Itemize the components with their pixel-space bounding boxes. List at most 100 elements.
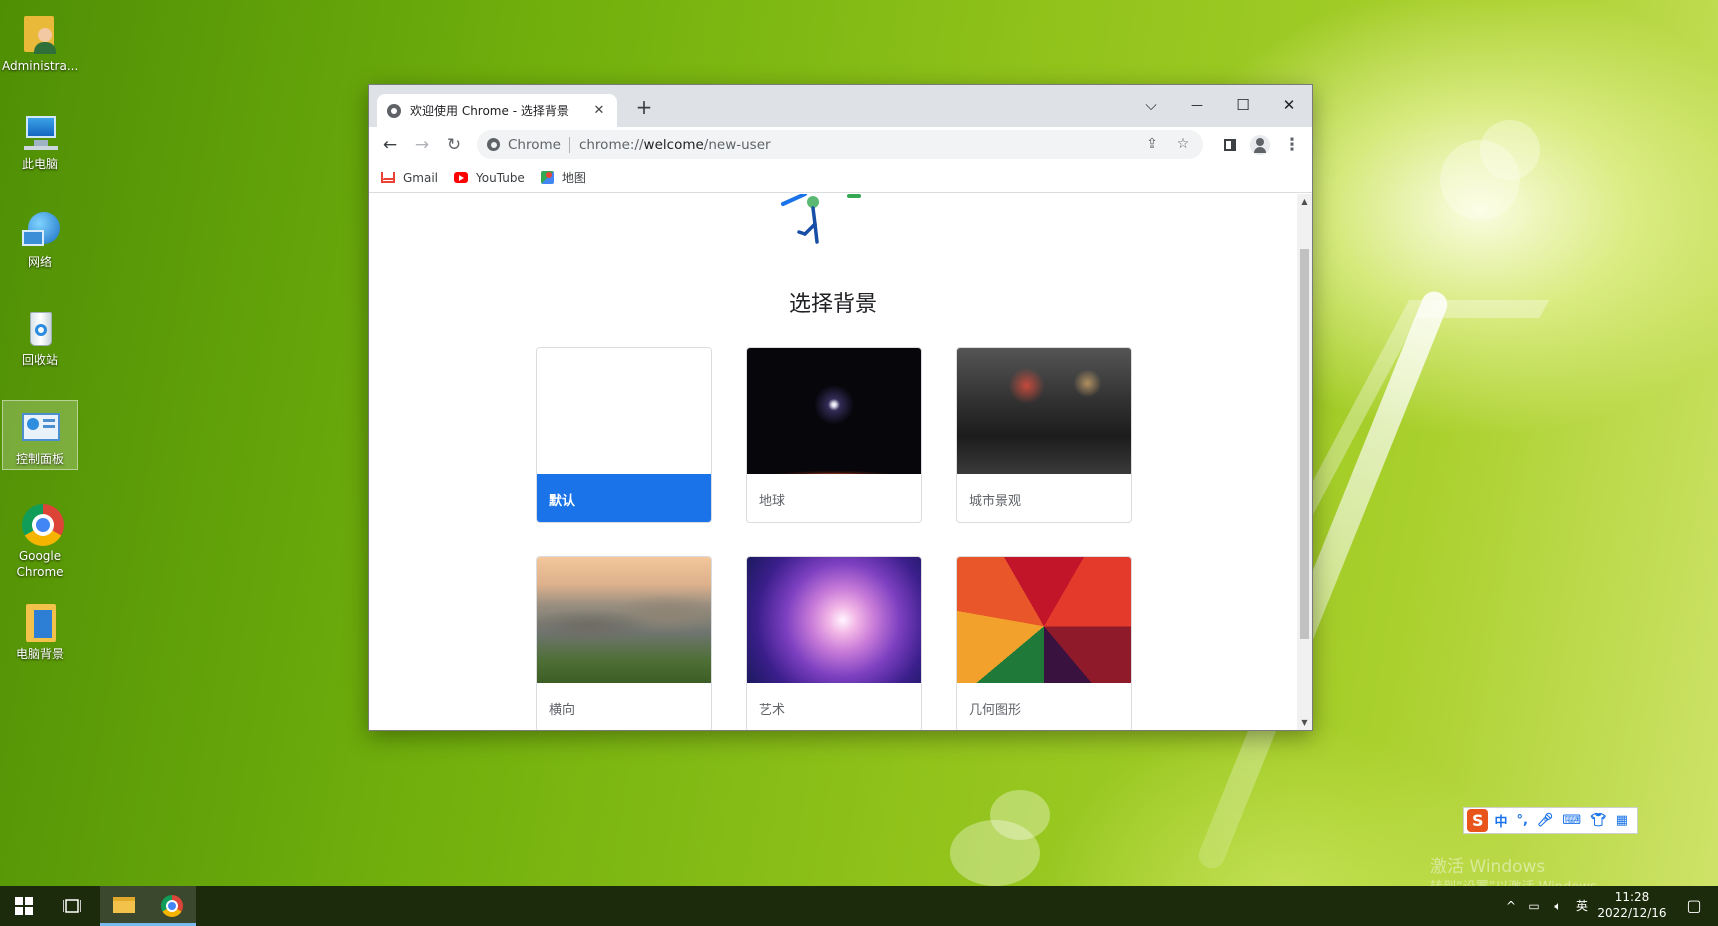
bookmark-label: YouTube: [476, 170, 525, 185]
folder-icon: [18, 600, 62, 644]
scroll-thumb[interactable]: [1300, 249, 1309, 639]
input-language-indicator[interactable]: 英: [1572, 886, 1592, 926]
bookmarks-bar: Gmail YouTube 地图: [369, 163, 1312, 193]
ime-mode-toggle[interactable]: 中: [1494, 811, 1507, 830]
keyboard-icon[interactable]: ⌨: [1562, 813, 1581, 828]
taskbar: ^ ▭ 🔈︎ 英 11:28 2022/12/16 ▢: [0, 886, 1718, 926]
start-button[interactable]: [0, 886, 48, 926]
address-bar[interactable]: Chrome chrome://welcome/new-user ⇪ ☆: [477, 130, 1203, 159]
taskbar-chrome[interactable]: [148, 886, 196, 926]
taskbar-file-explorer[interactable]: [100, 886, 148, 926]
volume-icon[interactable]: 🔈︎: [1548, 886, 1568, 926]
desktop-icon-label: 回收站: [21, 353, 58, 367]
card-label: 地球: [759, 494, 786, 509]
clock-date: 2022/12/16: [1597, 906, 1667, 920]
earth-thumbnail: [747, 348, 921, 474]
back-button[interactable]: ←: [377, 132, 403, 158]
bookmark-maps[interactable]: 地图: [540, 169, 586, 186]
page-heading: 选择背景: [788, 292, 877, 317]
desktop-icon-label: 电脑背景: [15, 647, 64, 661]
recycle-bin-icon: [18, 306, 62, 350]
desktop-icon-wallpaper-folder[interactable]: 电脑背景: [2, 596, 78, 662]
sogou-logo-icon: S: [1467, 809, 1489, 832]
reload-button[interactable]: ↻: [441, 132, 467, 158]
desktop-icon-control-panel[interactable]: 控制面板: [2, 400, 78, 470]
card-label: 艺术: [759, 703, 786, 718]
card-label: 几何图形: [969, 703, 1022, 718]
page-scrollbar[interactable]: ▲ ▼: [1297, 194, 1312, 730]
chrome-page-icon: [487, 138, 500, 151]
maximize-button[interactable]: ☐: [1221, 91, 1265, 119]
background-card-landscape[interactable]: 横向: [536, 556, 712, 730]
desktop-icon-google-chrome[interactable]: Google Chrome: [2, 498, 78, 580]
geometric-thumbnail: [957, 557, 1131, 683]
desktop-icon-label: 网络: [27, 255, 52, 269]
default-thumbnail: [537, 348, 711, 474]
network-globe-icon: [18, 208, 62, 252]
task-view-icon: [62, 899, 82, 913]
welcome-illustration: [781, 194, 861, 244]
skin-shirt-icon[interactable]: 👕︎: [1590, 813, 1607, 828]
chrome-favicon-icon: [387, 103, 401, 118]
tab-welcome[interactable]: 欢迎使用 Chrome - 选择背景 ✕: [377, 94, 617, 127]
windows-logo-icon: [15, 897, 33, 915]
ime-punctuation-toggle[interactable]: °,: [1516, 813, 1527, 828]
bookmark-gmail[interactable]: Gmail: [381, 171, 438, 185]
menu-kebab-icon[interactable]: ⋮: [1279, 132, 1305, 158]
scroll-up-icon[interactable]: ▲: [1299, 197, 1310, 206]
new-tab-button[interactable]: +: [629, 95, 659, 119]
maps-icon: [540, 171, 554, 184]
desktop-icon-label: Google Chrome: [16, 549, 64, 579]
background-card-art[interactable]: 艺术: [746, 556, 922, 730]
desktop-icon-administrator[interactable]: Administra...: [2, 8, 78, 74]
ime-toolbar[interactable]: S 中 °, 🎤︎ ⌨ 👕︎ ▦: [1463, 807, 1638, 834]
tray-show-hidden-icon[interactable]: ^: [1502, 886, 1520, 926]
desktop-icon-recycle-bin[interactable]: 回收站: [2, 302, 78, 368]
minimize-button[interactable]: —: [1175, 91, 1219, 119]
bookmark-label: Gmail: [403, 170, 439, 185]
background-card-default[interactable]: 默认: [536, 347, 712, 523]
wallpaper-bubble: [990, 790, 1050, 840]
url-path: /new-user: [703, 136, 771, 153]
omnibox-url: chrome://welcome/new-user: [579, 137, 771, 153]
tab-close-icon[interactable]: ✕: [591, 103, 607, 118]
side-panel-icon[interactable]: [1217, 132, 1243, 158]
profile-avatar-icon[interactable]: [1247, 132, 1273, 158]
desktop-icon-network[interactable]: 网络: [2, 204, 78, 270]
close-window-button[interactable]: ✕: [1267, 91, 1311, 119]
gmail-icon: [381, 172, 395, 183]
bookmark-label: 地图: [561, 171, 586, 185]
chrome-taskbar-icon: [161, 895, 183, 917]
computer-icon: [18, 110, 62, 154]
network-status-icon[interactable]: ▭: [1524, 886, 1544, 926]
art-thumbnail: [747, 557, 921, 683]
microphone-icon[interactable]: 🎤︎: [1537, 813, 1554, 828]
bookmark-youtube[interactable]: YouTube: [454, 171, 525, 185]
page-content: 选择背景 默认 地球 城市景观 横向 艺术 几何图形 ▲ ▼: [369, 194, 1312, 730]
clock-time: 11:28: [1614, 890, 1650, 904]
background-card-geometric[interactable]: 几何图形: [956, 556, 1132, 730]
clock[interactable]: 11:28 2022/12/16: [1592, 886, 1672, 926]
background-card-cityscape[interactable]: 城市景观: [956, 347, 1132, 523]
activation-watermark-title: 激活 Windows: [1430, 857, 1546, 877]
chrome-window: 欢迎使用 Chrome - 选择背景 ✕ + ⌵ — ☐ ✕ ← → ↻ Chr…: [368, 84, 1313, 731]
file-explorer-icon: [113, 897, 135, 913]
youtube-icon: [454, 172, 469, 183]
bookmark-star-icon[interactable]: ☆: [1170, 130, 1196, 159]
toolbox-grid-icon[interactable]: ▦: [1616, 813, 1628, 828]
card-label: 城市景观: [969, 494, 1022, 509]
toolbar: ← → ↻ Chrome chrome://welcome/new-user ⇪…: [369, 127, 1312, 163]
chrome-icon: [18, 502, 64, 546]
share-icon[interactable]: ⇪: [1139, 130, 1165, 159]
control-panel-icon: [18, 405, 62, 449]
desktop-icon-label: Administra...: [2, 59, 79, 73]
desktop-icon-this-pc[interactable]: 此电脑: [2, 106, 78, 172]
scroll-down-icon[interactable]: ▼: [1299, 718, 1310, 727]
omnibox-chrome-label: Chrome: [508, 136, 570, 153]
task-view-button[interactable]: [48, 886, 96, 926]
background-card-earth[interactable]: 地球: [746, 347, 922, 523]
forward-button[interactable]: →: [409, 132, 435, 158]
tab-search-button[interactable]: ⌵: [1129, 91, 1173, 119]
action-center-icon[interactable]: ▢: [1674, 886, 1714, 926]
cityscape-thumbnail: [957, 348, 1131, 474]
